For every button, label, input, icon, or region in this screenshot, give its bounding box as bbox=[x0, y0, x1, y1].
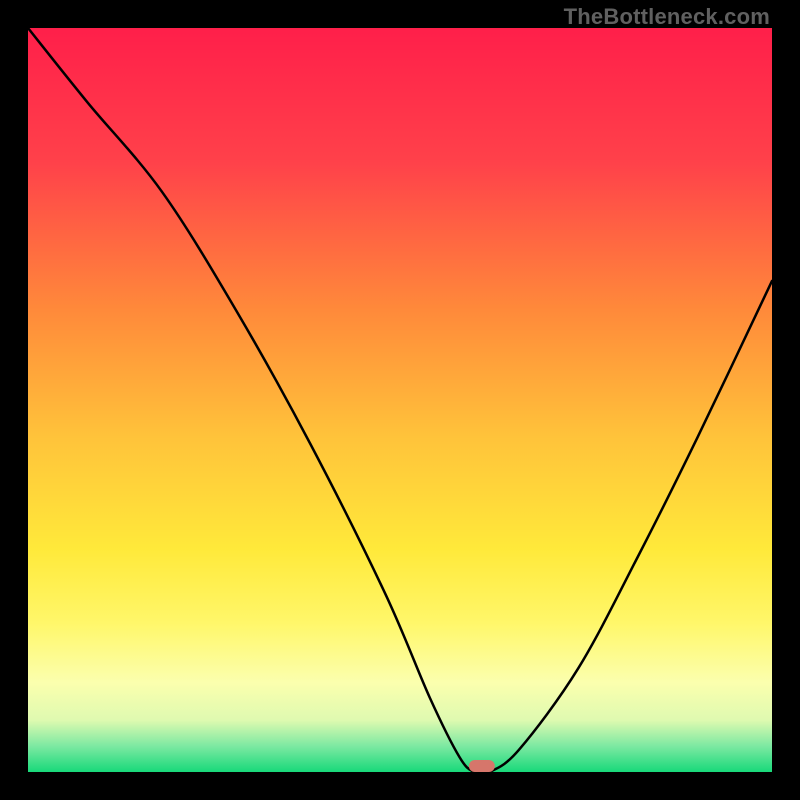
chart-frame: TheBottleneck.com bbox=[0, 0, 800, 800]
watermark-text: TheBottleneck.com bbox=[564, 4, 770, 30]
marker-pill bbox=[469, 760, 495, 772]
bottleneck-chart bbox=[28, 28, 772, 772]
plot-area bbox=[28, 28, 772, 772]
gradient-background bbox=[28, 28, 772, 772]
